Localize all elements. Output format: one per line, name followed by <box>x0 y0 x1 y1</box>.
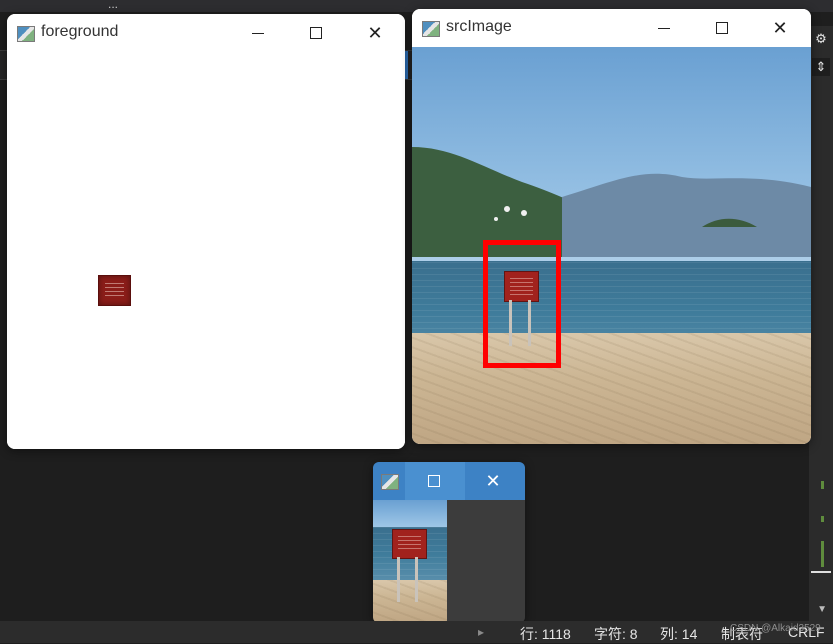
ide-accent-line <box>405 51 408 79</box>
window-title: srcImage <box>446 18 512 35</box>
minimize-icon[interactable] <box>641 15 687 41</box>
maximize-icon[interactable] <box>699 15 745 41</box>
scroll-down-icon[interactable]: ▼ <box>817 604 827 615</box>
ide-status-bar: ▸ 行: 1118 字符: 8 列: 14 制表符 CRLF <box>0 621 833 643</box>
scroll-marker <box>821 516 824 522</box>
window-foreground[interactable]: foreground <box>7 14 405 449</box>
titlebar-srcimage[interactable]: srcImage <box>412 9 811 47</box>
titlebar-mini[interactable] <box>373 462 525 500</box>
maximize-icon[interactable] <box>293 20 339 46</box>
window-srcimage[interactable]: srcImage <box>412 9 811 444</box>
segmented-sign <box>98 275 131 306</box>
window-app-icon <box>381 474 399 490</box>
mini-empty-area <box>447 500 525 623</box>
window-app-icon <box>422 21 440 37</box>
sign-pole-right <box>415 557 418 602</box>
close-icon[interactable] <box>470 468 516 494</box>
foreground-image <box>7 52 405 449</box>
split-vertical-icon[interactable]: ⇕ <box>812 58 830 76</box>
status-chars[interactable]: 字符: 8 <box>594 624 638 644</box>
sand <box>412 332 811 444</box>
mini-image <box>373 500 447 623</box>
hills <box>412 147 811 257</box>
status-col[interactable]: 列: 14 <box>660 624 697 644</box>
sand <box>373 579 447 623</box>
window-app-icon <box>17 26 35 42</box>
close-icon[interactable] <box>757 15 803 41</box>
chevron-right-icon[interactable]: ▸ <box>478 625 484 639</box>
ide-top-text: ... <box>108 0 119 11</box>
window-mini[interactable] <box>373 462 525 623</box>
beach-sign <box>392 529 427 559</box>
scroll-position-indicator <box>811 571 831 573</box>
watermark: CSDN @Alkaid3529 <box>730 623 821 634</box>
titlebar-foreground[interactable]: foreground <box>7 14 405 52</box>
source-image <box>412 47 811 444</box>
scroll-marker <box>821 541 824 567</box>
minimize-icon[interactable] <box>235 20 281 46</box>
sign-pole-left <box>397 557 400 602</box>
ide-right-rail: ⚙ ⇕ ▼ <box>809 26 833 626</box>
gear-icon[interactable]: ⚙ <box>812 30 830 48</box>
selection-rectangle[interactable] <box>483 240 561 368</box>
maximize-icon[interactable] <box>411 468 457 494</box>
window-title: foreground <box>41 23 119 40</box>
close-icon[interactable] <box>352 20 398 46</box>
scroll-marker <box>821 481 824 489</box>
status-line[interactable]: 行: 1118 <box>520 624 571 644</box>
